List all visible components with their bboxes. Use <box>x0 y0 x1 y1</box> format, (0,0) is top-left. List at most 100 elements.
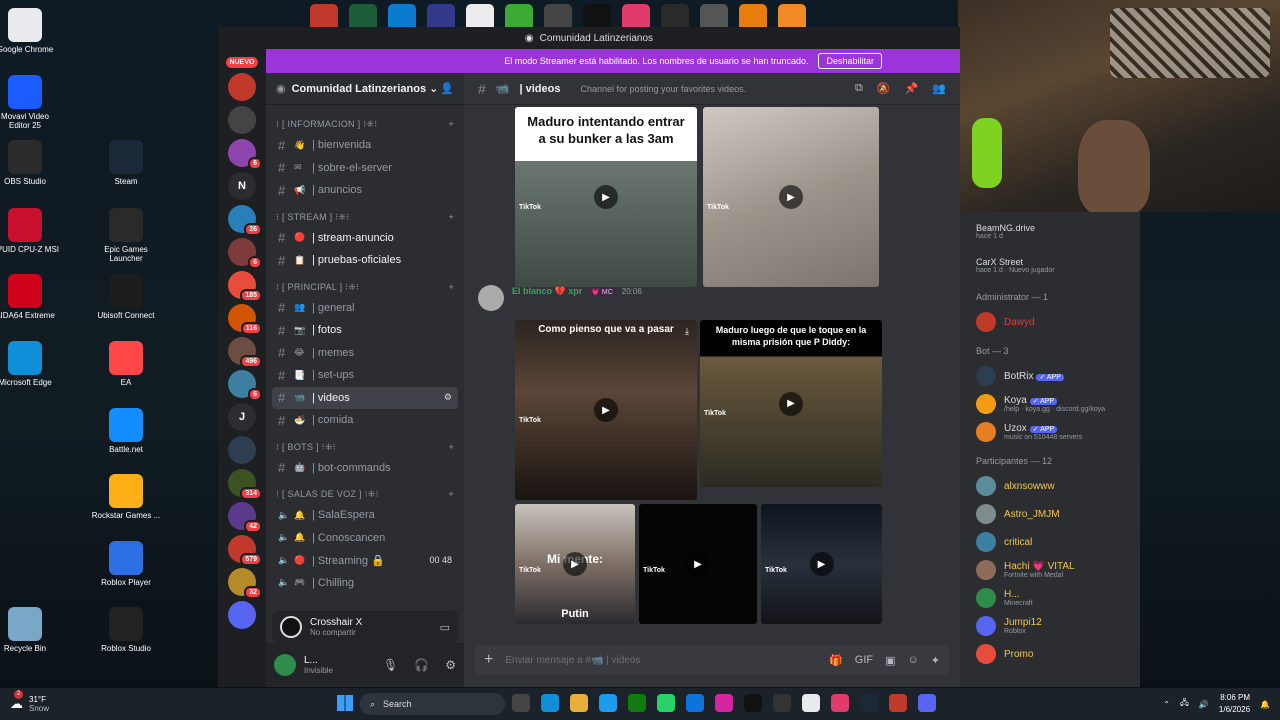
play-icon[interactable]: ▶ <box>594 185 618 209</box>
add-channel-icon[interactable]: + <box>448 282 454 293</box>
add-attachment-icon[interactable]: + <box>484 651 493 669</box>
add-channel-icon[interactable]: + <box>448 212 454 223</box>
message-author[interactable]: El blanco 💔 xpr <box>512 286 582 297</box>
store-icon[interactable] <box>686 694 704 712</box>
member-item[interactable]: H... Minecraft <box>968 584 1132 612</box>
server-icon[interactable] <box>228 106 256 134</box>
category-header[interactable]: ⁝ [ SALAS DE VOZ ] ⁝⁜⁝ + <box>276 489 454 500</box>
headphones-icon[interactable]: 🎧 <box>414 658 429 672</box>
emoji-icon[interactable]: ☺ <box>908 654 919 667</box>
desktop-icon[interactable]: Roblox Studio <box>91 607 161 653</box>
server-icon[interactable] <box>228 73 256 101</box>
activity-card[interactable]: BeamNG.drive hace 1 d <box>968 214 1132 248</box>
pin-icon[interactable]: 📌 <box>905 82 919 95</box>
member-item[interactable]: Promo <box>968 640 1132 668</box>
threads-icon[interactable]: ⧉ <box>855 82 863 95</box>
members-icon[interactable]: 👥 <box>932 82 946 95</box>
play-icon[interactable]: ▶ <box>779 391 803 416</box>
member-item[interactable]: Koya ✓ APP/help · koya.gg · discord.gg/ko… <box>968 390 1132 418</box>
gift-icon[interactable]: 🎁 <box>829 654 843 667</box>
app-icon[interactable] <box>889 694 907 712</box>
server-icon[interactable]: 185 <box>228 271 262 302</box>
server-icon[interactable]: J <box>228 403 256 431</box>
add-channel-icon[interactable]: + <box>448 119 454 130</box>
microphone-icon[interactable]: 🎙 <box>383 658 398 672</box>
download-icon[interactable]: ⤓ <box>685 326 689 337</box>
disable-streamer-button[interactable]: Deshabilitar <box>818 53 882 69</box>
chevron-up-icon[interactable]: ⌃ <box>1163 700 1170 709</box>
play-icon[interactable]: ▶ <box>594 398 618 422</box>
sticker-icon[interactable]: ▣ <box>885 654 895 667</box>
desktop-icon[interactable]: Recycle Bin <box>0 607 60 653</box>
notification-icon[interactable]: 🔔 <box>1260 700 1270 709</box>
desktop-icon[interactable]: Rockstar Games ... <box>91 474 161 520</box>
desktop-icon[interactable]: Roblox Player <box>91 541 161 587</box>
channel-item[interactable]: # 🤖 | bot-commands <box>272 457 458 480</box>
server-icon[interactable]: 116 <box>228 304 262 335</box>
desktop-icon[interactable]: Microsoft Edge <box>0 341 60 387</box>
channel-item[interactable]: # ✉ | sobre-el-server <box>272 157 458 180</box>
video-embed[interactable]: TikTok ▶ <box>703 107 879 287</box>
server-icon[interactable]: 496 <box>228 337 262 368</box>
activity-card[interactable]: CarX Street hace 1 d · Nuevo jugador <box>968 248 1132 282</box>
xbox-icon[interactable] <box>628 694 646 712</box>
channel-item[interactable]: # 👋 | bienvenida <box>272 134 458 157</box>
apps-icon[interactable]: ✦ <box>931 654 940 667</box>
play-icon[interactable]: ▶ <box>779 185 803 209</box>
member-item[interactable]: Dawyd <box>968 308 1132 336</box>
avatar[interactable] <box>478 285 504 311</box>
mute-bell-icon[interactable]: 🔕 <box>877 82 891 95</box>
server-icon[interactable]: 314 <box>228 469 262 500</box>
play-icon[interactable]: ▶ <box>809 552 834 576</box>
channel-item[interactable]: # 📷 | fotos <box>272 319 458 342</box>
discord-icon[interactable] <box>918 694 936 712</box>
channel-settings-icon[interactable]: ⚙ <box>444 392 452 403</box>
screen-share-icon[interactable]: ▭ <box>440 621 450 634</box>
video-embed[interactable]: TikTok ▶ <box>761 504 882 624</box>
channel-item[interactable]: # 🔴 | stream-anuncio <box>272 227 458 250</box>
video-embed[interactable]: Como pienso que va a pasar TikTok ▶ ⤓ <box>515 320 697 500</box>
member-item[interactable]: BotRix ✓ APP <box>968 362 1132 390</box>
server-header[interactable]: ◉ Comunidad Latinzerianos ⌄ 👤 <box>266 73 464 105</box>
channel-item[interactable]: 🔈 🔴 | Streaming 🔒 00 48 <box>272 549 458 572</box>
channel-item[interactable]: # 🍜 | comida <box>272 409 458 432</box>
volume-icon[interactable]: 🔊 <box>1199 700 1209 709</box>
desktop-icon[interactable]: Battle.net <box>91 408 161 454</box>
desktop-icon[interactable]: Ubisoft Connect <box>91 274 161 320</box>
desktop-icon[interactable]: Google Chrome <box>0 8 60 54</box>
desktop-icon[interactable]: Steam <box>91 140 161 186</box>
member-item[interactable]: Jumpi12 Roblox <box>968 612 1132 640</box>
channel-item[interactable]: 🔈 🔔 | SalaEspera <box>272 504 458 527</box>
server-icon[interactable]: 32 <box>228 568 262 599</box>
channel-item[interactable]: # 📹 | videos ⚙ <box>272 386 458 409</box>
message-input[interactable]: Enviar mensaje a #📹 | videos <box>505 655 640 666</box>
steam-icon[interactable] <box>860 694 878 712</box>
server-icon[interactable]: 6 <box>228 370 262 401</box>
tiktok-icon[interactable] <box>744 694 762 712</box>
add-channel-icon[interactable]: + <box>448 442 454 453</box>
server-icon[interactable]: 26 <box>228 205 262 236</box>
member-item[interactable]: Hachi 💗 VITAL Fortnite with Medal <box>968 556 1132 584</box>
server-icon[interactable]: 42 <box>228 502 262 533</box>
member-item[interactable]: alxnsowww <box>968 472 1132 500</box>
desktop-icon[interactable]: AIDA64 Extreme <box>0 274 60 320</box>
category-header[interactable]: ⁝ [ BOTS ] ⁝⁜⁝ + <box>276 442 454 453</box>
member-item[interactable]: Uzox ✓ APP music on 510448 servers <box>968 418 1132 446</box>
channel-item[interactable]: # 👥 | general <box>272 297 458 320</box>
server-icon[interactable]: N <box>228 172 256 200</box>
server-icon[interactable] <box>228 436 256 464</box>
instagram-icon[interactable] <box>715 694 733 712</box>
desktop-icon[interactable]: OBS Studio <box>0 140 60 186</box>
add-member-icon[interactable]: 👤 <box>440 82 454 95</box>
server-icon[interactable] <box>228 601 256 629</box>
member-item[interactable]: Astro_JMJM <box>968 500 1132 528</box>
activity-panel[interactable]: Crosshair X No compartir ▭ <box>272 611 458 643</box>
desktop-icon[interactable]: Movavi Video Editor 25 <box>0 75 60 130</box>
desktop-icon[interactable]: EA <box>91 341 161 387</box>
channel-item[interactable]: 🔈 🎮 | Chilling <box>272 572 458 594</box>
channel-item[interactable]: # 📑 | set-ups <box>272 364 458 387</box>
avatar[interactable] <box>274 654 296 676</box>
video-embed[interactable]: TikTok ▶ <box>639 504 757 624</box>
channel-item[interactable]: # 📢 | anuncios <box>272 179 458 202</box>
whatsapp-icon[interactable] <box>657 694 675 712</box>
